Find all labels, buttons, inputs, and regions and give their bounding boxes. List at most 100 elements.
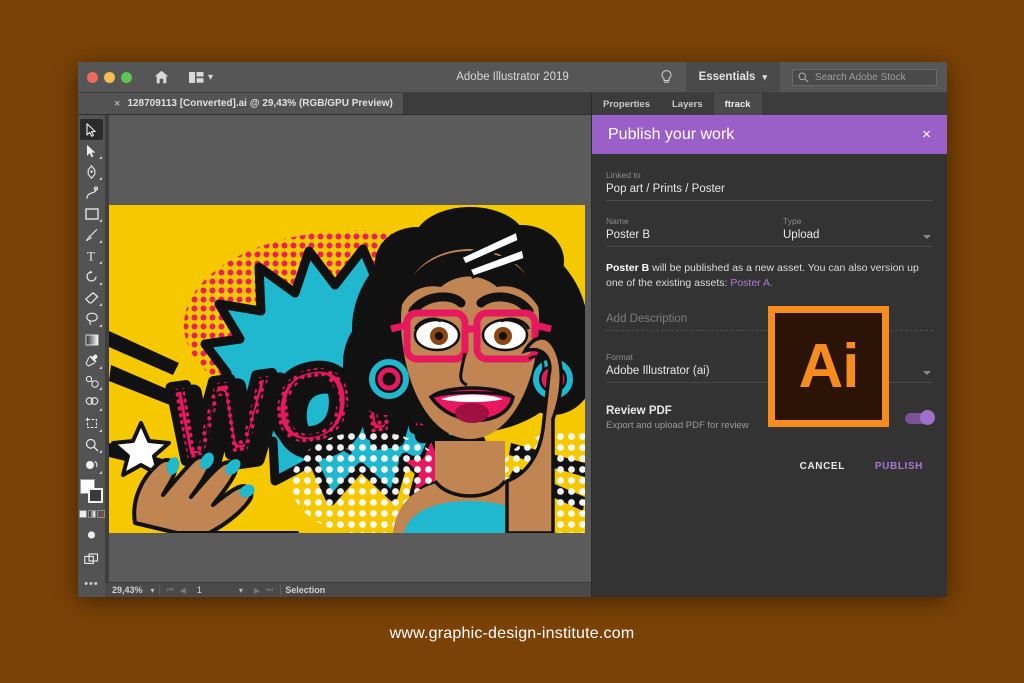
fill-stroke-swatches[interactable] bbox=[80, 479, 104, 505]
gradient-swatch-button[interactable] bbox=[88, 510, 96, 518]
edit-toolbar-button[interactable]: ••• bbox=[84, 578, 99, 590]
tab-label: ftrack bbox=[725, 99, 751, 110]
zoom-dropdown-icon[interactable]: ▾ bbox=[151, 586, 155, 595]
curvature-tool[interactable] bbox=[80, 182, 103, 203]
type-value: Upload bbox=[783, 229, 933, 241]
tool-group-indicator bbox=[99, 261, 102, 264]
footer-url: www.graphic-design-institute.com bbox=[0, 625, 1024, 643]
tool-group-indicator bbox=[99, 177, 102, 180]
eyedropper-tool[interactable] bbox=[80, 350, 103, 371]
color-swatch-button[interactable] bbox=[79, 510, 87, 518]
review-pdf-subtitle: Export and upload PDF for review bbox=[606, 420, 749, 431]
search-icon bbox=[798, 72, 809, 83]
artboard[interactable]: WOW! WOW! WOW! WOW! bbox=[109, 205, 585, 533]
paintbrush-tool[interactable] bbox=[80, 224, 103, 245]
adobe-illustrator-logo: Ai bbox=[768, 306, 889, 427]
name-field[interactable]: Name Poster B bbox=[606, 216, 783, 247]
name-label: Name bbox=[606, 216, 769, 226]
zoom-level-value[interactable]: 29,43% bbox=[105, 583, 147, 597]
type-tool[interactable]: T bbox=[80, 245, 103, 266]
live-paint-tool[interactable] bbox=[80, 455, 103, 476]
maximize-window-button[interactable] bbox=[121, 72, 132, 83]
eraser-tool[interactable] bbox=[80, 287, 103, 308]
pen-tool[interactable] bbox=[80, 161, 103, 182]
tool-group-indicator bbox=[99, 303, 102, 306]
tool-group-indicator bbox=[99, 324, 102, 327]
asset-note-bold: Poster B bbox=[606, 262, 649, 274]
tool-group-indicator bbox=[99, 156, 102, 159]
last-artboard-icon[interactable]: ⏭ bbox=[263, 585, 276, 595]
toggle-knob[interactable] bbox=[920, 410, 935, 425]
tool-group-indicator bbox=[99, 450, 102, 453]
document-tab-label: 128709113 [Converted].ai @ 29,43% (RGB/G… bbox=[127, 98, 392, 109]
document-tab[interactable]: × 128709113 [Converted].ai @ 29,43% (RGB… bbox=[105, 93, 404, 114]
close-icon[interactable]: × bbox=[922, 127, 931, 142]
review-pdf-title: Review PDF bbox=[606, 405, 749, 417]
chevron-down-icon[interactable] bbox=[923, 371, 931, 375]
tab-ftrack[interactable]: ftrack bbox=[714, 93, 762, 115]
zoom-tool[interactable] bbox=[80, 434, 103, 455]
tab-label: Layers bbox=[672, 99, 703, 110]
previous-artboard-icon[interactable]: ◀ bbox=[177, 586, 189, 595]
tool-group-indicator bbox=[99, 240, 102, 243]
screen-mode-button[interactable] bbox=[80, 549, 103, 570]
none-swatch-button[interactable] bbox=[97, 510, 105, 518]
workspace-switcher[interactable]: Essentials ▾ bbox=[686, 62, 780, 92]
blend-tool[interactable] bbox=[80, 371, 103, 392]
close-window-button[interactable] bbox=[87, 72, 98, 83]
name-value: Poster B bbox=[606, 229, 769, 241]
tool-group-indicator bbox=[99, 387, 102, 390]
close-icon[interactable]: × bbox=[114, 98, 120, 110]
home-icon[interactable] bbox=[154, 70, 169, 84]
arrange-documents-icon[interactable]: ▾ bbox=[189, 72, 213, 83]
type-label: Type bbox=[783, 216, 933, 226]
next-artboard-icon[interactable]: ▶ bbox=[251, 586, 263, 595]
tab-layers[interactable]: Layers bbox=[661, 93, 714, 115]
first-artboard-icon[interactable]: ⏮ bbox=[164, 585, 177, 595]
tool-group-indicator bbox=[99, 429, 102, 432]
publish-button[interactable]: PUBLISH bbox=[875, 461, 923, 472]
review-pdf-text: Review PDF Export and upload PDF for rev… bbox=[606, 405, 749, 431]
window-controls[interactable] bbox=[87, 72, 132, 83]
linked-to-value: Pop art / Prints / Poster bbox=[606, 183, 933, 195]
search-adobe-stock-field[interactable]: Search Adobe Stock bbox=[792, 69, 937, 86]
linked-to-label: Linked to bbox=[606, 170, 933, 180]
linked-to-field[interactable]: Linked to Pop art / Prints / Poster bbox=[606, 170, 933, 201]
gradient-tool[interactable] bbox=[80, 329, 103, 350]
minimize-window-button[interactable] bbox=[104, 72, 115, 83]
title-bar: ▾ Adobe Illustrator 2019 Essentials ▾ Se… bbox=[78, 62, 947, 93]
chevron-down-icon[interactable] bbox=[923, 235, 931, 239]
shape-builder-tool[interactable] bbox=[80, 392, 103, 413]
lasso-tool[interactable] bbox=[80, 308, 103, 329]
lightbulb-icon[interactable] bbox=[647, 70, 686, 85]
rectangle-tool[interactable] bbox=[80, 203, 103, 224]
existing-asset-link[interactable]: Poster A. bbox=[730, 277, 773, 289]
chevron-down-icon: ▾ bbox=[762, 72, 767, 83]
ai-logo-text: Ai bbox=[799, 336, 859, 398]
cancel-button[interactable]: CANCEL bbox=[800, 461, 845, 472]
chevron-down-icon: ▾ bbox=[208, 72, 213, 83]
panel-tab-bar: Properties Layers ftrack bbox=[592, 93, 947, 115]
search-input-placeholder: Search Adobe Stock bbox=[815, 72, 906, 83]
tab-gutter bbox=[78, 93, 105, 114]
panel-title: Publish your work bbox=[608, 126, 734, 144]
tools-panel: T bbox=[78, 115, 105, 597]
type-dropdown[interactable]: Type Upload bbox=[783, 216, 933, 247]
tool-group-indicator bbox=[99, 471, 102, 474]
tab-properties[interactable]: Properties bbox=[592, 93, 661, 115]
tool-group-indicator bbox=[99, 408, 102, 411]
svg-text:T: T bbox=[87, 249, 95, 262]
artboard-tool[interactable] bbox=[80, 413, 103, 434]
review-pdf-toggle[interactable] bbox=[905, 413, 933, 424]
direct-selection-tool[interactable] bbox=[80, 140, 103, 161]
tool-group-indicator bbox=[99, 282, 102, 285]
artboard-number-value[interactable]: 1 bbox=[193, 583, 235, 597]
selection-tool[interactable] bbox=[80, 119, 103, 140]
panel-header: Publish your work × bbox=[592, 115, 947, 154]
drawing-mode-button[interactable] bbox=[80, 524, 103, 545]
rotate-tool[interactable] bbox=[80, 266, 103, 287]
artboard-dropdown-icon[interactable]: ▾ bbox=[239, 586, 243, 595]
color-mode-buttons[interactable] bbox=[79, 510, 105, 518]
pop-art-illustration: WOW! WOW! WOW! WOW! bbox=[109, 205, 585, 533]
stroke-color-swatch[interactable] bbox=[88, 488, 103, 503]
